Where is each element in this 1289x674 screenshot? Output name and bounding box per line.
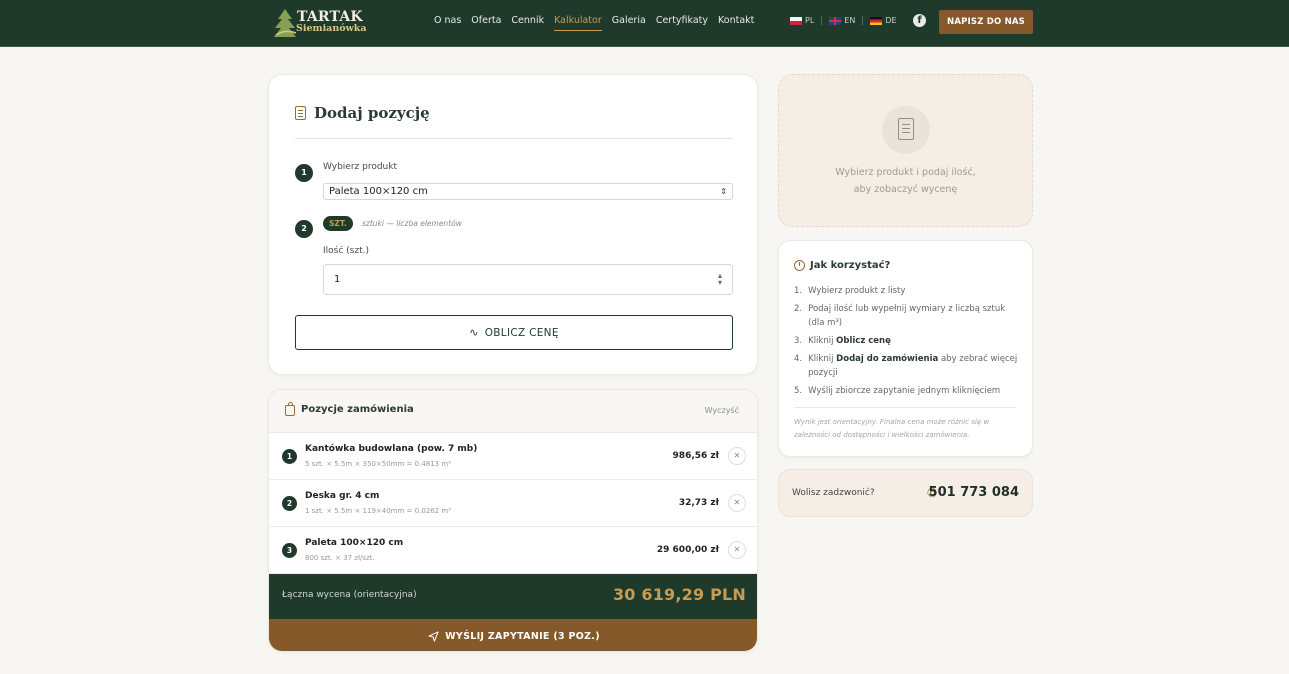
divider	[821, 16, 823, 25]
order-header: Pozycje zamówienia Wyczyść	[269, 390, 757, 433]
send-inquiry-label: WYŚLIJ ZAPYTANIE (3 POZ.)	[445, 630, 600, 642]
row-number: 3	[282, 543, 297, 558]
language-switcher: PL EN DE	[790, 16, 897, 25]
add-position-card: Dodaj pozycję 1 Wybierz produkt Paleta 1…	[268, 74, 758, 375]
logo-line2: Siemianówka	[296, 23, 367, 34]
divider	[794, 407, 1016, 408]
item-name: Deska gr. 4 cm	[305, 491, 380, 501]
call-box: Wolisz zadzwonić? ✆ 501 773 084	[778, 469, 1033, 517]
quote-placeholder: Wybierz produkt i podaj ilość, aby zobac…	[778, 74, 1033, 227]
order-title: Pozycje zamówienia	[301, 404, 414, 415]
nav-item-o-nas[interactable]: O nas	[434, 15, 461, 31]
clear-button[interactable]: Wyczyść	[705, 406, 739, 415]
activity-icon: ∿	[469, 326, 479, 339]
main-nav: O nas Oferta Cennik Kalkulator Galeria C…	[434, 15, 754, 31]
quantity-input[interactable]: 1 ▴ ▾	[323, 264, 733, 295]
call-label: Wolisz zadzwonić?	[792, 488, 875, 498]
add-position-header: Dodaj pozycję	[295, 104, 430, 122]
item-details: 800 szt. × 37 zł/szt.	[305, 554, 375, 562]
product-label: Wybierz produkt	[323, 162, 397, 172]
total-label: Łączna wycena (orientacyjna)	[282, 590, 417, 600]
step-2-badge: 2	[295, 220, 313, 238]
item-price: 29 600,00 zł	[656, 545, 719, 555]
divider	[862, 16, 864, 25]
add-position-title: Dodaj pozycję	[314, 104, 430, 122]
lang-en[interactable]: EN	[829, 16, 855, 25]
quantity-value: 1	[334, 274, 341, 285]
send-inquiry-button[interactable]: WYŚLIJ ZAPYTANIE (3 POZ.)	[269, 619, 757, 651]
remove-item-icon[interactable]: ✕	[728, 447, 746, 465]
nav-item-kontakt[interactable]: Kontakt	[718, 15, 754, 31]
document-icon	[898, 118, 914, 140]
remove-item-icon[interactable]: ✕	[728, 541, 746, 559]
how-to-card: Jak korzystać? 1. Wybierz produkt z listy…	[778, 240, 1033, 457]
how-to-step: 1. Wybierz produkt z listy	[794, 286, 906, 296]
product-select-value: Paleta 100×120 cm	[329, 186, 428, 197]
item-price: 32,73 zł	[678, 498, 719, 508]
nav-item-oferta[interactable]: Oferta	[471, 15, 501, 31]
flag-en-icon	[829, 16, 842, 25]
total-value: 30 619,29 PLN	[612, 585, 746, 604]
order-row: 2 Deska gr. 4 cm 1 szt. × 5.5m × 119×40m…	[269, 480, 757, 527]
lang-pl[interactable]: PL	[790, 16, 814, 25]
nav-item-kalkulator[interactable]: Kalkulator	[554, 15, 602, 31]
phone-number-link[interactable]: 501 773 084	[929, 485, 1019, 500]
stepper-icon[interactable]: ▴ ▾	[718, 272, 722, 287]
shopping-bag-icon	[285, 402, 295, 416]
top-navbar: TARTAK Siemianówka O nas Oferta Cennik K…	[0, 0, 1289, 47]
flag-de-icon	[870, 16, 883, 25]
calculate-price-label: OBLICZ CENĘ	[484, 326, 559, 339]
row-number: 1	[282, 449, 297, 464]
divider	[295, 138, 733, 139]
logo[interactable]: TARTAK Siemianówka	[272, 7, 382, 39]
chevron-updown-icon: ⇕	[720, 187, 727, 196]
unit-badge: SZT.	[323, 216, 353, 231]
row-number: 2	[282, 496, 297, 511]
nav-item-galeria[interactable]: Galeria	[612, 15, 646, 31]
document-icon	[295, 106, 306, 120]
how-to-title: Jak korzystać?	[810, 260, 891, 271]
order-row: 1 Kantówka budowlana (pow. 7 mb) 5 szt. …	[269, 433, 757, 480]
how-to-step: 3. Kliknij Oblicz cenę	[794, 336, 891, 346]
item-name: Paleta 100×120 cm	[305, 538, 404, 548]
clock-icon	[794, 260, 805, 271]
unit-description: sztuki — liczba elementów	[362, 219, 462, 228]
send-icon	[428, 630, 439, 642]
placeholder-circle	[882, 106, 930, 154]
item-name: Kantówka budowlana (pow. 7 mb)	[305, 444, 478, 454]
disclaimer-note: Wynik jest orientacyjny. Finalna cena mo…	[794, 418, 990, 439]
item-details: 5 szt. × 5.5m × 350×50mm = 0.4813 m³	[305, 460, 451, 468]
how-to-step: 4. Kliknij Dodaj do zamówienia aby zebrać…	[794, 354, 1018, 378]
nav-item-cennik[interactable]: Cennik	[511, 15, 544, 31]
product-select[interactable]: Paleta 100×120 cm ⇕	[323, 183, 733, 200]
nav-item-certyfikaty[interactable]: Certyfikaty	[656, 15, 708, 31]
how-to-steps: 1. Wybierz produkt z listy 2. Podaj ilość …	[794, 284, 1019, 402]
remove-item-icon[interactable]: ✕	[728, 494, 746, 512]
how-to-header: Jak korzystać?	[794, 260, 890, 271]
facebook-icon[interactable]: f	[913, 14, 926, 27]
lang-de[interactable]: DE	[870, 16, 897, 25]
calculate-price-button[interactable]: ∿ OBLICZ CENĘ	[295, 315, 733, 350]
order-total: Łączna wycena (orientacyjna) 30 619,29 P…	[269, 574, 757, 619]
write-to-us-button[interactable]: NAPISZ DO NAS	[939, 10, 1033, 34]
flag-pl-icon	[790, 16, 802, 25]
quantity-label: Ilość (szt.)	[323, 246, 369, 256]
how-to-step: 2. Podaj ilość lub wypełnij wymiary z lic…	[794, 304, 1006, 328]
step-1-badge: 1	[295, 164, 313, 182]
how-to-step: 5. Wyślij zbiorcze zapytanie jednym klikn…	[794, 386, 1001, 396]
item-price: 986,56 zł	[672, 451, 719, 461]
order-items-card: Pozycje zamówienia Wyczyść 1 Kantówka bu…	[268, 389, 758, 652]
tree-logo-icon	[274, 9, 297, 37]
item-details: 1 szt. × 5.5m × 119×40mm = 0.0262 m³	[305, 507, 451, 515]
placeholder-text: Wybierz produkt i podaj ilość, aby zobac…	[835, 167, 976, 195]
order-row: 3 Paleta 100×120 cm 800 szt. × 37 zł/szt…	[269, 527, 757, 574]
